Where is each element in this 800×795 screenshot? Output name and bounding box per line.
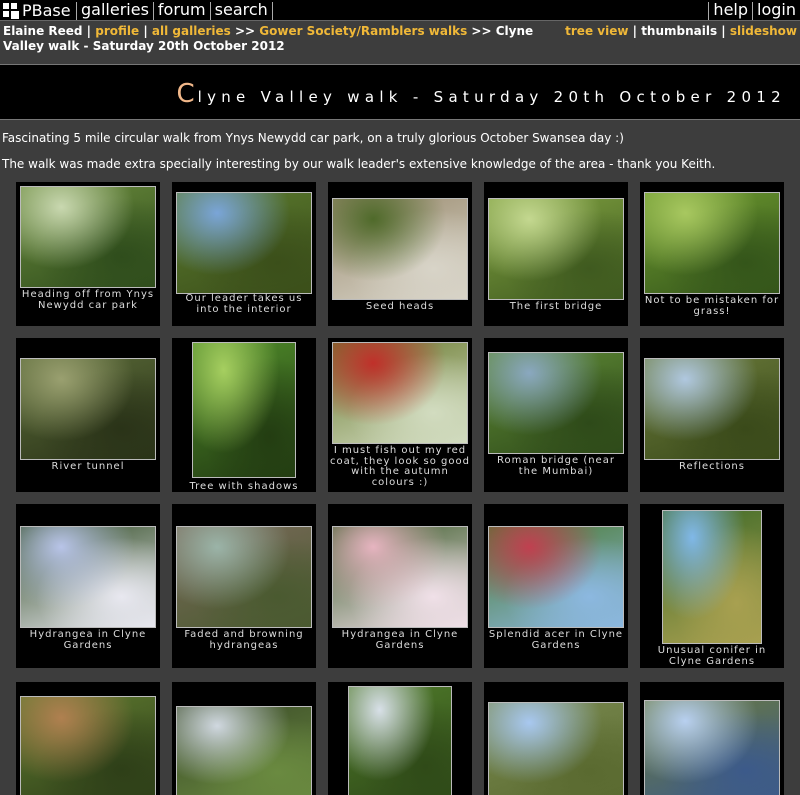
top-nav-bar: PBase galleries forum search help login: [0, 0, 800, 21]
thumbnail-cell[interactable]: Heading off from Ynys Newydd car park: [16, 182, 160, 326]
thumbnail-caption: Our leader takes us into the interior: [185, 293, 303, 315]
thumbnails-link[interactable]: thumbnails: [641, 24, 717, 38]
slideshow-link[interactable]: slideshow: [730, 24, 797, 38]
gallery-title: Clyne Valley walk - Saturday 20th Octobe…: [176, 79, 786, 109]
thumbnail-caption: Splendid acer in Clyne Gardens: [488, 629, 624, 651]
thumbnail-caption: River tunnel: [51, 461, 125, 472]
main-nav: galleries forum search: [72, 0, 277, 20]
gallery-title-banner: Clyne Valley walk - Saturday 20th Octobe…: [0, 64, 800, 120]
gallery-title-initial: C: [176, 79, 198, 109]
breadcrumb: Elaine Reed | profile | all galleries >>…: [3, 24, 534, 53]
thumbnail-photo[interactable]: [488, 352, 624, 454]
thumbnail-cell[interactable]: Tree with shadows: [172, 338, 316, 492]
thumbnail-cell[interactable]: Seed heads: [328, 182, 472, 326]
nav-forum-link[interactable]: forum: [158, 0, 206, 20]
nav-galleries-link[interactable]: galleries: [81, 0, 149, 20]
thumbnail-photo[interactable]: [176, 192, 312, 294]
thumbnail-cell[interactable]: Faded and browning hydrangeas: [172, 504, 316, 668]
tree-view-link[interactable]: tree view: [565, 24, 628, 38]
gallery-description-2: The walk was made extra specially intere…: [2, 157, 716, 171]
thumbnail-photo[interactable]: [20, 358, 156, 460]
thumbnail-photo[interactable]: [20, 526, 156, 628]
thumbnail-caption: Unusual conifer in Clyne Gardens: [657, 645, 767, 667]
account-nav: help login: [704, 0, 796, 20]
thumbnail-cell[interactable]: [640, 682, 784, 795]
thumbnail-photo[interactable]: [332, 198, 468, 300]
thumbnail-photo[interactable]: [20, 696, 156, 795]
gallery-description-1: Fascinating 5 mile circular walk from Yn…: [2, 131, 624, 145]
breadcrumb-separator: >>: [471, 24, 492, 38]
gallery-title-rest: lyne Valley walk - Saturday 20th October…: [197, 88, 786, 106]
breadcrumb-all-galleries-link[interactable]: all galleries: [152, 24, 231, 38]
thumbnail-caption: Hydrangea in Clyne Gardens: [29, 629, 147, 651]
thumbnail-caption: Heading off from Ynys Newydd car park: [21, 289, 155, 311]
nav-search-link[interactable]: search: [215, 0, 268, 20]
thumbnail-caption: Roman bridge (near the Mumbai): [497, 455, 615, 477]
thumbnail-cell[interactable]: Hydrangea in Clyne Gardens: [328, 504, 472, 668]
thumbnail-caption: Seed heads: [365, 301, 435, 312]
thumbnail-caption: The first bridge: [509, 301, 603, 312]
view-options: tree view | thumbnails | slideshow: [565, 24, 797, 38]
thumbnail-cell[interactable]: [328, 682, 472, 795]
breadcrumb-owner: Elaine Reed: [3, 24, 83, 38]
thumbnail-photo[interactable]: [332, 526, 468, 628]
thumbnail-cell[interactable]: River tunnel: [16, 338, 160, 492]
thumbnail-caption: Tree with shadows: [189, 481, 299, 492]
thumbnail-photo[interactable]: [488, 526, 624, 628]
thumbnail-photo[interactable]: [488, 702, 624, 795]
thumbnail-cell[interactable]: Our leader takes us into the interior: [172, 182, 316, 326]
thumbnail-photo[interactable]: [20, 186, 156, 288]
thumbnail-cell[interactable]: Reflections: [640, 338, 784, 492]
thumbnail-cell[interactable]: [16, 682, 160, 795]
breadcrumb-parent-link[interactable]: Gower Society/Ramblers walks: [259, 24, 467, 38]
breadcrumb-profile-link[interactable]: profile: [95, 24, 139, 38]
thumbnail-photo[interactable]: [644, 700, 780, 795]
thumbnail-photo[interactable]: [644, 192, 780, 294]
pbase-logo[interactable]: PBase: [2, 1, 71, 20]
thumbnail-caption: Not to be mistaken for grass!: [644, 295, 780, 317]
thumbnail-photo[interactable]: [176, 706, 312, 795]
nav-login-link[interactable]: login: [757, 0, 796, 20]
thumbnail-photo[interactable]: [192, 342, 296, 478]
thumbnail-caption: I must fish out my red coat, they look s…: [330, 445, 470, 488]
thumbnail-cell[interactable]: Roman bridge (near the Mumbai): [484, 338, 628, 492]
thumbnail-cell[interactable]: I must fish out my red coat, they look s…: [328, 338, 472, 492]
thumbnail-photo[interactable]: [176, 526, 312, 628]
thumbnail-photo[interactable]: [332, 342, 468, 444]
thumbnail-photo[interactable]: [488, 198, 624, 300]
thumbnail-cell[interactable]: Not to be mistaken for grass!: [640, 182, 784, 326]
nav-help-link[interactable]: help: [713, 0, 748, 20]
thumbnail-cell[interactable]: Unusual conifer in Clyne Gardens: [640, 504, 784, 668]
thumbnail-caption: Faded and browning hydrangeas: [184, 629, 304, 651]
logo-text: PBase: [22, 0, 71, 20]
thumbnail-photo[interactable]: [644, 358, 780, 460]
thumbnail-caption: Hydrangea in Clyne Gardens: [341, 629, 459, 651]
breadcrumb-separator: >>: [234, 24, 256, 38]
thumbnail-cell[interactable]: Hydrangea in Clyne Gardens: [16, 504, 160, 668]
thumbnail-photo[interactable]: [348, 686, 452, 795]
thumbnail-cell[interactable]: The first bridge: [484, 182, 628, 326]
thumbnail-cell[interactable]: [484, 682, 628, 795]
thumbnail-cell[interactable]: Splendid acer in Clyne Gardens: [484, 504, 628, 668]
pbase-logo-icon: [2, 2, 20, 20]
thumbnail-caption: Reflections: [679, 461, 745, 472]
thumbnail-photo[interactable]: [662, 510, 762, 644]
thumbnail-cell[interactable]: [172, 682, 316, 795]
